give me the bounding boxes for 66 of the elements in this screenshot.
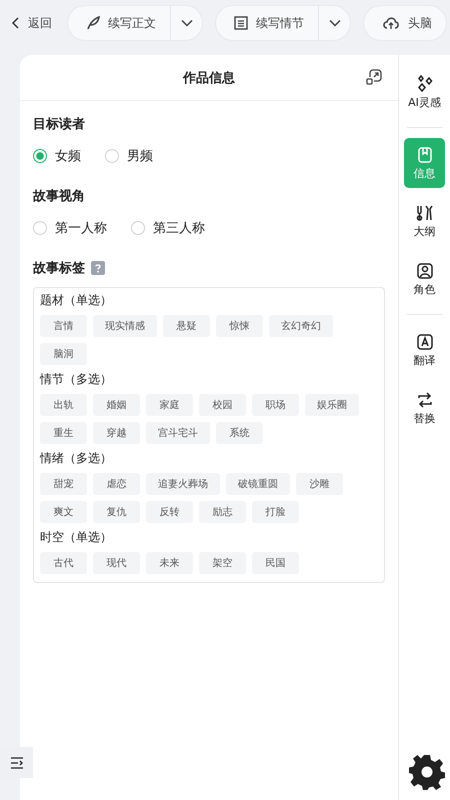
settings-icon[interactable] <box>408 754 444 790</box>
cloud-icon <box>382 16 400 30</box>
tag-chip[interactable]: 破镜重圆 <box>226 473 290 495</box>
tag-chip[interactable]: 古代 <box>40 552 87 574</box>
tag-chip[interactable]: 励志 <box>199 501 246 523</box>
tag-chip[interactable]: 现实情感 <box>93 315 157 337</box>
group-title: 情绪（多选） <box>40 450 113 467</box>
tag-chip[interactable]: 追妻火葬场 <box>146 473 220 495</box>
wrench-icon <box>416 204 434 222</box>
tag-chip[interactable]: 虐恋 <box>93 473 140 495</box>
back-button[interactable]: 返回 <box>12 14 52 32</box>
sidebar-tab[interactable]: 翻译 <box>404 325 445 375</box>
tag-chip[interactable]: 反转 <box>146 501 193 523</box>
tag-chip[interactable]: 复仇 <box>93 501 140 523</box>
radio-option[interactable]: 第一人称 <box>33 219 107 237</box>
tag-chip[interactable]: 现代 <box>93 552 140 574</box>
tag-chip[interactable]: 宫斗宅斗 <box>146 422 210 444</box>
tag-chip[interactable]: 未来 <box>146 552 193 574</box>
tag-chip[interactable]: 娱乐圈 <box>305 394 359 416</box>
radio-option[interactable]: 第三人称 <box>131 219 205 237</box>
sidebar-tab[interactable]: 替换 <box>404 383 445 433</box>
chevron-left-icon <box>12 17 20 29</box>
group-title: 时空（单选） <box>40 529 113 546</box>
toolbar-button[interactable]: 续写正文 <box>68 6 170 40</box>
tag-chip[interactable]: 职场 <box>252 394 299 416</box>
panel-title: 作品信息 <box>183 70 235 86</box>
tag-chip[interactable]: 家庭 <box>146 394 193 416</box>
tag-chip[interactable]: 架空 <box>199 552 246 574</box>
tag-chip[interactable]: 校园 <box>199 394 246 416</box>
section-title: 故事标签 <box>33 260 85 277</box>
radio-option[interactable]: 女频 <box>33 147 81 165</box>
chevron-down-icon <box>180 19 192 27</box>
tag-chip[interactable]: 爽文 <box>40 501 87 523</box>
tag-chip[interactable]: 玄幻奇幻 <box>269 315 333 337</box>
tag-chip[interactable]: 婚姻 <box>93 394 140 416</box>
swap-icon <box>416 390 434 408</box>
sparkle-icon <box>416 74 434 92</box>
tag-chip[interactable]: 出轨 <box>40 394 87 416</box>
tag-chip[interactable]: 脑洞 <box>40 343 87 365</box>
radio-option[interactable]: 男频 <box>105 147 153 165</box>
tag-chip[interactable]: 穿越 <box>93 422 140 444</box>
group-title: 情节（多选） <box>40 371 113 388</box>
tag-chip[interactable]: 言情 <box>40 315 87 337</box>
list-icon <box>234 16 248 30</box>
tag-chip[interactable]: 惊悚 <box>216 315 263 337</box>
tag-chip[interactable]: 甜宠 <box>40 473 87 495</box>
sidebar-tab[interactable]: 角色 <box>404 254 445 304</box>
tag-chip[interactable]: 沙雕 <box>296 473 343 495</box>
tag-chip[interactable]: 重生 <box>40 422 87 444</box>
group-title: 题材（单选） <box>40 292 113 309</box>
tag-chip[interactable]: 系统 <box>216 422 263 444</box>
tag-chip[interactable]: 打脸 <box>252 501 299 523</box>
sidebar-tab[interactable]: AI灵感 <box>404 67 445 117</box>
pop-out-icon[interactable] <box>366 69 382 85</box>
tag-chip[interactable]: 悬疑 <box>163 315 210 337</box>
feather-icon <box>86 16 100 30</box>
tag-chip[interactable]: 民国 <box>252 552 299 574</box>
toolbar-button[interactable]: 头脑 <box>364 6 446 40</box>
letter-a-icon <box>416 332 434 350</box>
sidebar-tab[interactable]: 大纲 <box>404 196 445 246</box>
person-icon <box>416 262 434 280</box>
chevron-down-icon <box>328 19 340 27</box>
bookmark-icon <box>416 146 434 164</box>
toolbar-button[interactable]: 续写情节 <box>216 6 318 40</box>
section-title: 故事视角 <box>33 188 86 205</box>
section-title: 目标读者 <box>33 116 86 133</box>
